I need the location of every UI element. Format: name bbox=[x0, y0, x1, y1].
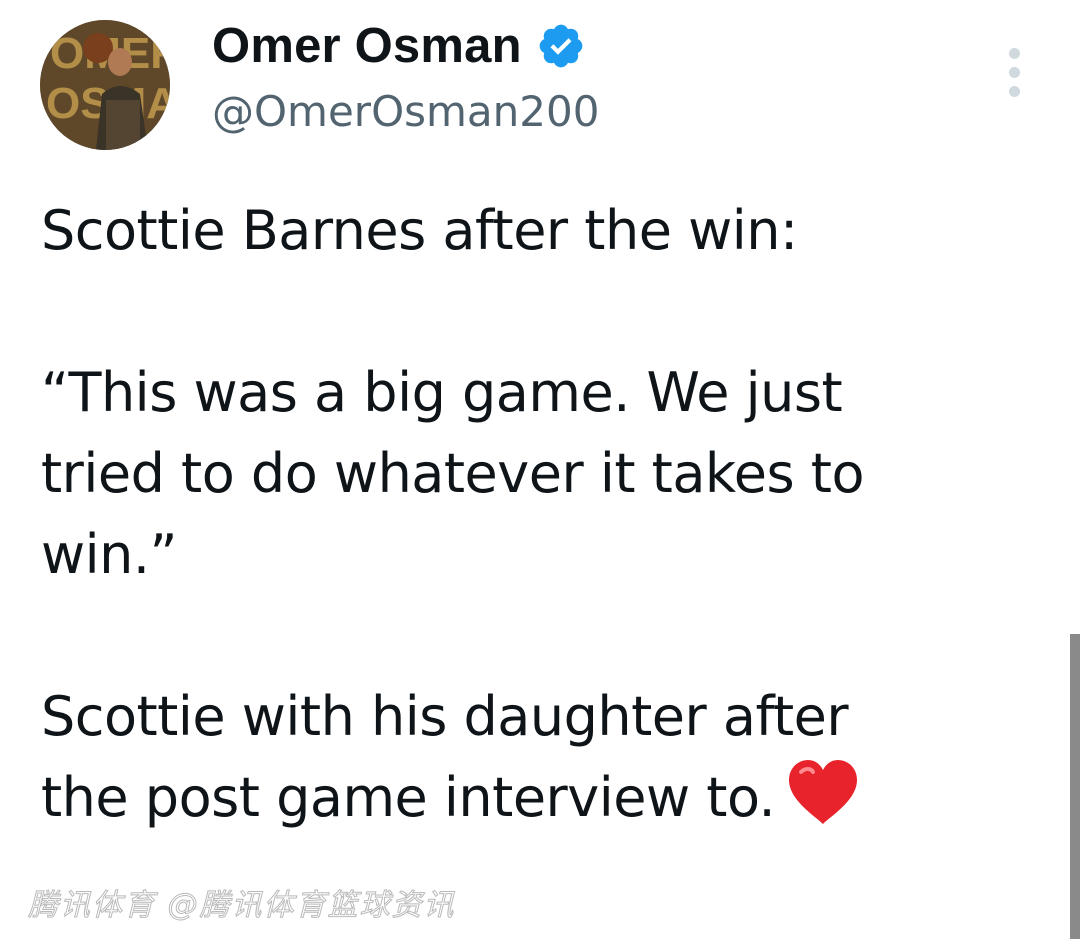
tweet-paragraph-1: Scottie Barnes after the win: bbox=[41, 199, 798, 262]
author-handle[interactable]: @OmerOsman200 bbox=[212, 82, 599, 142]
more-dots-icon bbox=[1008, 66, 1020, 78]
more-options-button[interactable] bbox=[994, 44, 1034, 100]
tweet-paragraph-2: “This was a big game. We just tried to d… bbox=[41, 361, 865, 586]
more-dots-icon bbox=[1008, 85, 1020, 97]
author-name-row[interactable]: Omer Osman bbox=[212, 14, 586, 78]
verified-badge-icon bbox=[539, 24, 583, 68]
tweet-paragraph-3-text: Scottie with his daughter after the post… bbox=[41, 685, 849, 829]
avatar-image: OMER OSMA bbox=[40, 20, 170, 150]
avatar[interactable]: OMER OSMA bbox=[40, 20, 170, 150]
watermark-text: 腾讯体育 @腾讯体育篮球资讯 bbox=[28, 888, 456, 924]
author-display-name[interactable]: Omer Osman bbox=[212, 14, 522, 78]
tweet-text: Scottie Barnes after the win: “This was … bbox=[41, 190, 1041, 838]
tweet-paragraph-3: Scottie with his daughter after the post… bbox=[41, 676, 1041, 838]
more-dots-icon bbox=[1008, 47, 1020, 59]
scrollbar[interactable] bbox=[1070, 634, 1080, 939]
heart-icon bbox=[789, 760, 858, 824]
